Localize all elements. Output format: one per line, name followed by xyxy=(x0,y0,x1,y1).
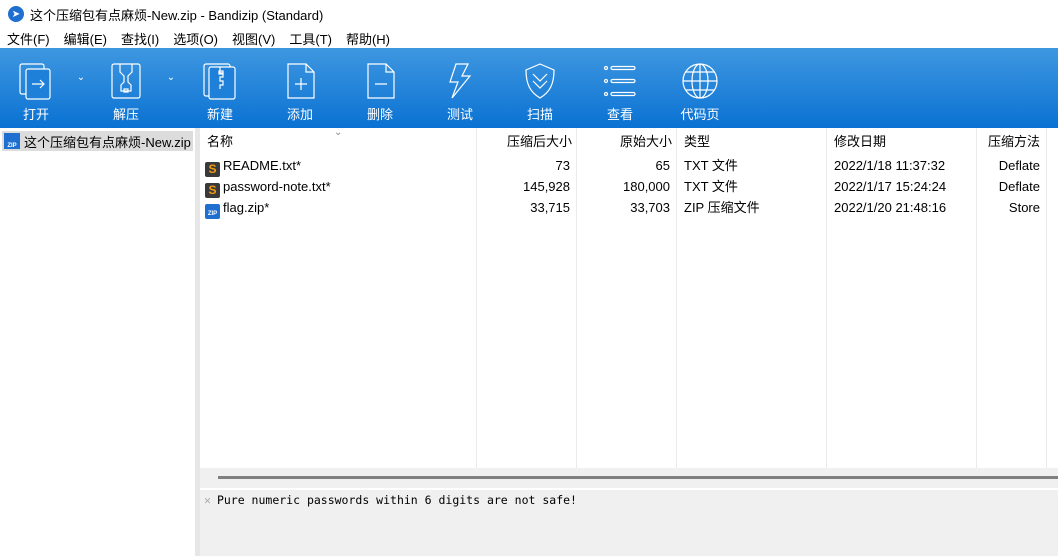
column-header-name[interactable]: 名称 xyxy=(207,132,233,152)
modified-date: 2022/1/20 21:48:16 xyxy=(834,200,947,215)
file-type: TXT 文件 xyxy=(684,158,738,173)
original-size: 65 xyxy=(655,158,670,173)
file-name: password-note.txt* xyxy=(223,179,331,194)
globe-icon xyxy=(682,63,718,99)
menu-help[interactable]: 帮助(H) xyxy=(346,29,390,48)
test-button[interactable]: 测试 xyxy=(420,48,500,128)
column-header-packed[interactable]: 压缩后大小 xyxy=(477,132,572,152)
view-button[interactable]: 查看 xyxy=(580,48,660,128)
new-archive-icon xyxy=(203,63,236,100)
shield-icon xyxy=(525,63,555,99)
menu-view[interactable]: 视图(V) xyxy=(232,29,275,48)
add-button[interactable]: 添加 xyxy=(260,48,340,128)
folder-tree: ZIP 这个压缩包有点麻烦-New.zip xyxy=(0,128,195,556)
file-name: flag.zip* xyxy=(223,200,270,215)
menu-tools[interactable]: 工具(T) xyxy=(289,29,332,48)
menu-options[interactable]: 选项(O) xyxy=(173,29,218,48)
codepage-button[interactable]: 代码页 xyxy=(660,48,740,128)
message-panel: ✕ Pure numeric passwords within 6 digits … xyxy=(200,490,1058,556)
file-type: ZIP 压缩文件 xyxy=(684,200,760,215)
extract-dropdown[interactable]: ⌄ xyxy=(162,48,180,128)
text-file-icon: S xyxy=(205,183,220,198)
compression-method: Store xyxy=(1008,200,1040,215)
delete-file-icon xyxy=(367,63,395,99)
zip-file-icon: ZIP xyxy=(205,204,220,219)
column-header-size[interactable]: 原始大小 xyxy=(577,132,672,152)
title-bar: ➤ 这个压缩包有点麻烦-New.zip - Bandizip (Standard… xyxy=(0,0,1058,28)
horizontal-scrollbar[interactable] xyxy=(200,468,1058,488)
extract-button[interactable]: 解压 xyxy=(90,48,162,128)
column-header-date[interactable]: 修改日期 xyxy=(834,132,886,152)
window-title: 这个压缩包有点麻烦-New.zip - Bandizip (Standard) xyxy=(30,7,324,23)
bandizip-app-icon: ➤ xyxy=(8,6,24,22)
sort-chevron-icon: ⌄ xyxy=(334,127,343,138)
original-size: 33,703 xyxy=(630,200,670,215)
packed-size: 145,928 xyxy=(523,179,570,194)
delete-button[interactable]: 删除 xyxy=(340,48,420,128)
lightning-icon xyxy=(449,63,472,99)
packed-size: 33,715 xyxy=(530,200,570,215)
original-size: 180,000 xyxy=(623,179,670,194)
menu-file[interactable]: 文件(F) xyxy=(7,29,50,48)
column-header-type[interactable]: 类型 xyxy=(684,132,710,152)
zip-icon: ZIP xyxy=(4,133,20,149)
scan-button[interactable]: 扫描 xyxy=(500,48,580,128)
toolbar: 打开 ⌄ 解压 ⌄ 新建 添加 删除 测试 扫描 查看 代码页 xyxy=(0,48,1058,128)
open-dropdown[interactable]: ⌄ xyxy=(72,48,90,128)
menu-find[interactable]: 查找(I) xyxy=(121,29,159,48)
list-icon xyxy=(603,65,636,97)
modified-date: 2022/1/18 11:37:32 xyxy=(834,158,946,173)
modified-date: 2022/1/17 15:24:24 xyxy=(834,179,947,194)
compression-method: Deflate xyxy=(998,158,1040,173)
tree-item-archive[interactable]: ZIP 这个压缩包有点麻烦-New.zip xyxy=(2,131,193,151)
file-list: ⌄ 名称 压缩后大小 原始大小 类型 修改日期 压缩方法 S README.txt… xyxy=(200,127,1058,468)
close-icon[interactable]: ✕ xyxy=(204,493,211,507)
open-button[interactable]: 打开 xyxy=(0,48,72,128)
column-header-method[interactable]: 压缩方法 xyxy=(977,132,1040,152)
compression-method: Deflate xyxy=(998,179,1040,194)
packed-size: 73 xyxy=(555,158,570,173)
new-button[interactable]: 新建 xyxy=(180,48,260,128)
file-type: TXT 文件 xyxy=(684,179,738,194)
message-text: Pure numeric passwords within 6 digits a… xyxy=(216,493,577,507)
extract-icon xyxy=(111,63,141,99)
open-icon xyxy=(19,63,51,100)
menu-edit[interactable]: 编辑(E) xyxy=(64,29,107,48)
add-file-icon xyxy=(287,63,315,99)
text-file-icon: S xyxy=(205,162,220,177)
file-name: README.txt* xyxy=(223,158,302,173)
menu-bar: 文件(F) 编辑(E) 查找(I) 选项(O) 视图(V) 工具(T) 帮助(H… xyxy=(0,28,404,48)
